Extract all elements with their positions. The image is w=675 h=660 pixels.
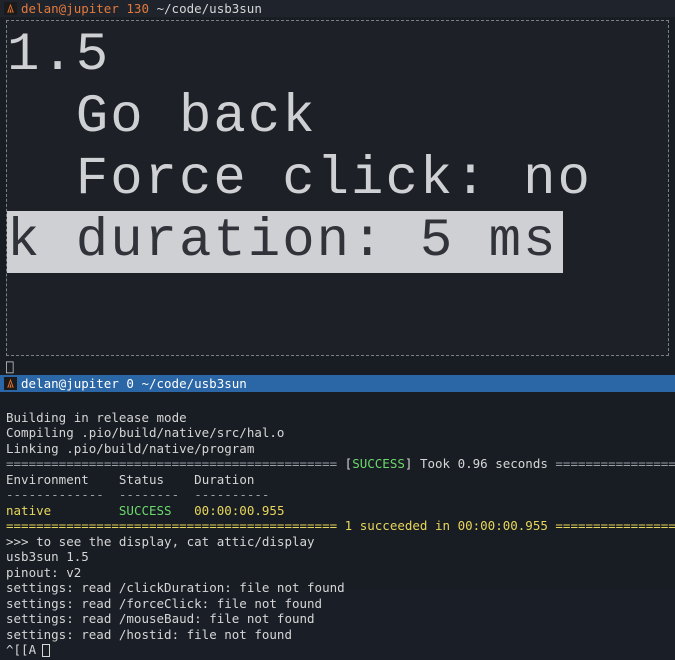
menu-item-force-click[interactable]: Force click: no	[7, 149, 668, 211]
title-text: delan@jupiter 130 ~/code/usb3sun	[21, 1, 262, 16]
output-line: pinout: v2	[6, 565, 81, 580]
output-line: settings: read /mouseBaud: file not foun…	[6, 611, 315, 626]
alacritty-icon	[4, 2, 17, 15]
build-line: Building in release mode	[6, 410, 187, 425]
menu-item-click-duration[interactable]: k duration: 5 ms	[7, 211, 563, 273]
summary-bar: ========================================…	[6, 518, 675, 533]
output-line: usb3sun 1.5	[6, 549, 89, 564]
menu-item-go-back[interactable]: Go back	[7, 87, 668, 149]
output-line: settings: read /clickDuration: file not …	[6, 580, 345, 595]
build-line: Compiling .pio/build/native/src/hal.o	[6, 425, 284, 440]
status-bar: ========================================…	[6, 456, 675, 471]
cursor-icon	[42, 644, 50, 657]
top-pane: delan@jupiter 130 ~/code/usb3sun 1.5 Go …	[0, 0, 675, 375]
table-header: Environment Status Duration	[6, 472, 254, 487]
output-line: ^[[A	[6, 642, 50, 657]
output-line: settings: read /forceClick: file not fou…	[6, 596, 322, 611]
display-version: 1.5	[7, 25, 668, 87]
table-divider: ------------- -------- ----------	[6, 487, 269, 502]
alacritty-icon	[4, 377, 17, 390]
bottom-pane: delan@jupiter 0 ~/code/usb3sun Building …	[0, 375, 675, 590]
display-frame: 1.5 Go back Force click: no k duration: …	[6, 20, 669, 356]
terminal-output[interactable]: Building in release mode Compiling .pio/…	[0, 392, 675, 660]
output-line: settings: read /hostid: file not found	[6, 627, 292, 642]
title-text: delan@jupiter 0 ~/code/usb3sun	[21, 376, 247, 391]
build-line: Linking .pio/build/native/program	[6, 441, 254, 456]
cursor-glyph: ⎕	[6, 360, 14, 375]
top-pane-titlebar[interactable]: delan@jupiter 130 ~/code/usb3sun	[0, 0, 675, 17]
output-line: >>> to see the display, cat attic/displa…	[6, 534, 315, 549]
table-row: native SUCCESS 00:00:00.955	[6, 503, 284, 518]
bottom-pane-titlebar[interactable]: delan@jupiter 0 ~/code/usb3sun	[0, 375, 675, 392]
